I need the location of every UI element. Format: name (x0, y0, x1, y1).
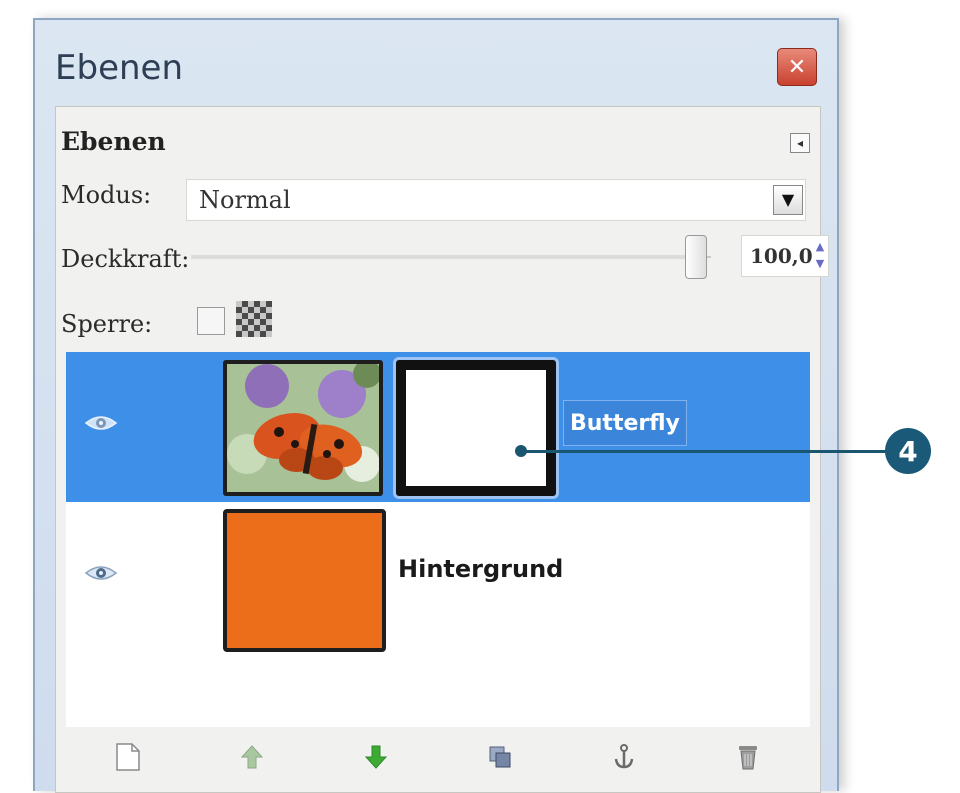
layer-row-hintergrund[interactable]: Hintergrund (66, 502, 810, 652)
anchor-layer-button[interactable] (604, 737, 644, 777)
spin-up-icon[interactable]: ▲ (814, 238, 826, 255)
lock-alpha-icon[interactable] (236, 301, 272, 337)
raise-layer-button[interactable] (232, 737, 272, 777)
spin-down-icon[interactable]: ▼ (814, 255, 826, 272)
new-layer-icon (116, 743, 140, 771)
layers-toolbar (66, 727, 810, 787)
layer-thumbnail[interactable] (223, 360, 383, 496)
slider-handle[interactable] (685, 235, 707, 279)
layer-row-butterfly[interactable]: Butterfly (66, 352, 810, 502)
panel-menu-icon: ◂ (796, 136, 804, 150)
lock-pixels-checkbox[interactable] (197, 307, 225, 335)
anchor-icon (614, 744, 634, 769)
lower-layer-button[interactable] (356, 737, 396, 777)
dropdown-arrow-button[interactable]: ▼ (773, 185, 803, 215)
close-button[interactable]: ✕ (777, 48, 817, 86)
slider-fill (191, 255, 696, 259)
opacity-label: Deckkraft: (61, 245, 190, 273)
lock-label: Sperre: (61, 310, 153, 338)
layer-thumbnail[interactable] (223, 509, 386, 652)
panel-menu-button[interactable]: ◂ (790, 133, 810, 153)
eye-icon[interactable] (84, 412, 118, 434)
butterfly-icon (227, 364, 379, 492)
callout-badge: 4 (885, 428, 931, 474)
callout-line (521, 450, 893, 453)
raise-layer-icon (240, 745, 264, 769)
panel-title: Ebenen (61, 127, 166, 156)
layer-name-editor[interactable]: Butterfly (563, 400, 687, 446)
spin-arrows[interactable]: ▲ ▼ (814, 238, 826, 272)
mode-dropdown[interactable]: Normal ▼ (186, 179, 806, 221)
layer-name[interactable]: Hintergrund (398, 555, 563, 583)
opacity-slider[interactable] (191, 235, 711, 279)
opacity-spinbox[interactable]: 100,0 ▲ ▼ (741, 235, 829, 277)
delete-layer-button[interactable] (728, 737, 768, 777)
dialog-title: Ebenen (55, 48, 183, 88)
layers-list: Butterfly Hintergrund (66, 352, 810, 727)
duplicate-layer-icon (489, 746, 511, 768)
lower-layer-icon (364, 745, 388, 769)
mode-value: Normal (199, 186, 291, 214)
chevron-down-icon: ▼ (781, 190, 795, 209)
close-icon: ✕ (787, 54, 807, 80)
layer-mask-thumbnail[interactable] (396, 360, 556, 496)
mode-label: Modus: (61, 181, 152, 209)
layers-dialog: Ebenen ✕ Ebenen ◂ Modus: Normal ▼ Deckkr… (33, 18, 839, 793)
dialog-titlebar[interactable]: Ebenen ✕ (35, 20, 837, 106)
duplicate-layer-button[interactable] (480, 737, 520, 777)
new-layer-button[interactable] (108, 737, 148, 777)
opacity-value[interactable]: 100,0 (750, 244, 813, 268)
trash-icon (739, 746, 757, 770)
eye-icon[interactable] (84, 562, 118, 584)
